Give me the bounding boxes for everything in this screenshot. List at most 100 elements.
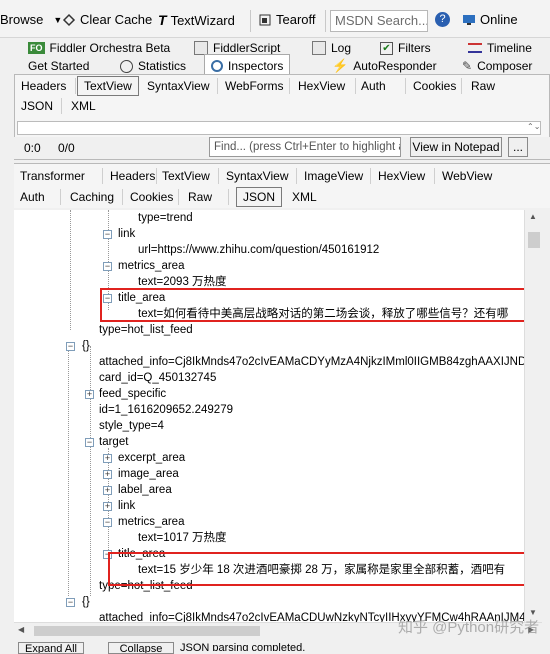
tab-filters[interactable]: ✔ Filters (374, 38, 437, 58)
browse-button[interactable]: Browse ▼ (0, 12, 62, 27)
divider (218, 168, 219, 184)
tree-node[interactable]: link (118, 227, 135, 241)
expand-all-button[interactable]: Expand All (18, 642, 84, 654)
collapse-toggle[interactable]: − (66, 342, 75, 351)
tab-label: AutoResponder (353, 59, 437, 73)
browse-label: Browse (0, 12, 44, 27)
tab-fiddler-orchestra[interactable]: FO Fiddler Orchestra Beta (22, 38, 176, 58)
composer-icon: ✎ (462, 59, 473, 73)
tree-node[interactable]: text=1017 万热度 (138, 531, 227, 545)
tab-response-json[interactable]: JSON (236, 187, 283, 207)
tab-composer[interactable]: ✎ Composer (456, 56, 538, 76)
tab-response-cookies[interactable]: Cookies (124, 187, 179, 207)
vertical-scrollbar[interactable]: ▲ ▼ (524, 210, 542, 622)
tree-node[interactable]: type=trend (138, 211, 193, 225)
request-body-textarea[interactable] (17, 121, 541, 135)
collapse-button[interactable]: Collapse (108, 642, 174, 654)
tab-log[interactable]: Log (306, 38, 357, 58)
tab-response-hexview[interactable]: HexView (372, 166, 431, 186)
tab-request-xml[interactable]: XML (65, 96, 102, 116)
highlight-box (108, 552, 532, 586)
tab-request-textview[interactable]: TextView (77, 76, 139, 96)
expand-toggle[interactable]: + (85, 390, 94, 399)
divider (75, 78, 76, 94)
divider (250, 10, 251, 32)
find-input[interactable]: Find... (press Ctrl+Enter to highlight a… (209, 137, 401, 157)
tree-node[interactable]: feed_specific (99, 387, 166, 401)
more-options-button[interactable]: ... (508, 137, 528, 157)
expand-toggle[interactable]: + (103, 502, 112, 511)
tab-label: Fiddler Orchestra Beta (49, 41, 171, 55)
tab-response-raw[interactable]: Raw (182, 187, 218, 207)
tab-autoresponder[interactable]: ⚡ AutoResponder (326, 56, 443, 76)
clear-cache-button[interactable]: Clear Cache (62, 12, 152, 27)
scroll-thumb[interactable] (528, 232, 540, 248)
lightning-icon: ⚡ (332, 58, 349, 73)
scroll-left-icon: ◀ (18, 625, 25, 634)
tree-node[interactable]: {} (82, 339, 90, 353)
tab-request-webforms[interactable]: WebForms (219, 76, 289, 96)
textwizard-button[interactable]: T TextWizard (158, 12, 235, 28)
tree-node[interactable]: excerpt_area (118, 451, 185, 465)
json-tree-view[interactable]: type=trend − link url=https://www.zhihu.… (14, 210, 536, 622)
chevron-down-icon: ▼ (53, 14, 63, 25)
divider (434, 168, 435, 184)
tab-response-caching[interactable]: Caching (64, 187, 120, 207)
clear-cache-icon (62, 13, 76, 26)
tree-line (68, 346, 69, 596)
tab-request-headers[interactable]: Headers (15, 76, 72, 96)
divider (461, 78, 462, 94)
collapse-toggle[interactable]: − (103, 518, 112, 527)
expand-toggle[interactable]: + (103, 486, 112, 495)
collapse-toggle[interactable]: − (66, 598, 75, 607)
tab-request-json[interactable]: JSON (15, 96, 59, 116)
expand-toggle[interactable]: + (103, 454, 112, 463)
expand-toggle[interactable]: + (103, 470, 112, 479)
tree-node[interactable]: text=2093 万热度 (138, 275, 227, 289)
tab-response-xml[interactable]: XML (286, 187, 323, 207)
tab-inspectors[interactable]: Inspectors (204, 54, 291, 76)
divider (289, 78, 290, 94)
tab-response-webview[interactable]: WebView (436, 166, 498, 186)
tab-get-started[interactable]: Get Started (22, 56, 95, 76)
tree-node[interactable]: {} (82, 595, 90, 609)
tab-response-imageview[interactable]: ImageView (298, 166, 369, 186)
collapse-toggle[interactable]: − (85, 438, 94, 447)
view-in-notepad-button[interactable]: View in Notepad (410, 137, 502, 157)
tab-label: Get Started (28, 59, 90, 73)
tab-request-auth[interactable]: Auth (355, 76, 392, 96)
tree-node[interactable]: id=1_1616209652.249279 (99, 403, 233, 417)
tree-node[interactable]: target (99, 435, 128, 449)
online-indicator[interactable]: Online (462, 12, 518, 27)
tree-node[interactable]: type=hot_list_feed (99, 323, 193, 337)
scroll-thumb[interactable] (34, 626, 260, 636)
tree-node[interactable]: link (118, 499, 135, 513)
tab-response-textview[interactable]: TextView (156, 166, 216, 186)
tree-node[interactable]: label_area (118, 483, 172, 497)
tree-node[interactable]: metrics_area (118, 259, 184, 273)
json-bottom-bar: Expand All Collapse JSON parsing complet… (14, 640, 550, 654)
tab-request-cookies[interactable]: Cookies (407, 76, 462, 96)
tab-timeline[interactable]: Timeline (462, 38, 538, 58)
tab-response-transformer[interactable]: Transformer (14, 166, 91, 186)
tab-statistics[interactable]: Statistics (114, 56, 192, 76)
tab-response-syntaxview[interactable]: SyntaxView (220, 166, 294, 186)
tab-response-auth[interactable]: Auth (14, 187, 51, 207)
tree-node[interactable]: url=https://www.zhihu.com/question/45016… (138, 243, 379, 257)
divider (325, 10, 326, 32)
tree-node[interactable]: card_id=Q_450132745 (99, 371, 216, 385)
msdn-search-input[interactable]: MSDN Search... (330, 10, 428, 32)
tab-request-raw[interactable]: Raw (465, 76, 501, 96)
tab-request-syntaxview[interactable]: SyntaxView (141, 76, 215, 96)
tab-label: Log (331, 41, 352, 55)
collapse-toggle[interactable]: − (103, 230, 112, 239)
tab-response-headers[interactable]: Headers (104, 166, 161, 186)
tab-request-hexview[interactable]: HexView (292, 76, 351, 96)
tree-node[interactable]: style_type=4 (99, 419, 164, 433)
collapse-toggle[interactable]: − (103, 262, 112, 271)
tearoff-button[interactable]: Tearoff (258, 12, 316, 27)
help-button[interactable]: ? (435, 12, 450, 27)
tree-node[interactable]: image_area (118, 467, 179, 481)
tree-node[interactable]: attached_info=Cj8IkMnds47o2cIvEAMaCDYyMz… (99, 355, 536, 369)
tree-node[interactable]: metrics_area (118, 515, 184, 529)
